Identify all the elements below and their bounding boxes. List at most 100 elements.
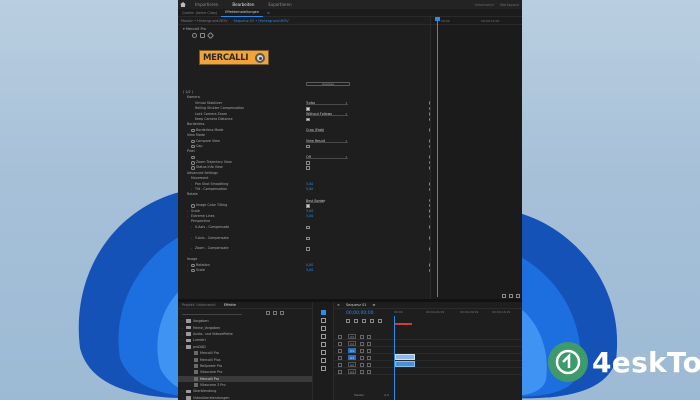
timeline-menu-icon[interactable]: ≡ [370, 303, 379, 307]
stopwatch-icon[interactable] [191, 139, 195, 144]
eye-icon[interactable] [360, 341, 364, 346]
32bit-effects-icon[interactable] [273, 310, 277, 315]
ripple-edit-tool-icon[interactable] [321, 326, 326, 331]
fx-param-checkbox[interactable] [306, 161, 310, 165]
timeline-track: V1 [334, 347, 522, 354]
marker-icon[interactable] [370, 319, 374, 323]
folder-icon [186, 338, 191, 343]
wrench-icon[interactable] [378, 319, 382, 323]
tab-sequence-01[interactable]: Sequenz 01 [343, 303, 370, 307]
eye-icon[interactable] [360, 362, 364, 367]
hand-tool-icon[interactable] [321, 358, 326, 363]
sync-lock-icon[interactable] [367, 369, 371, 374]
fx-param-checkbox[interactable] [306, 166, 310, 170]
eye-icon[interactable] [360, 355, 364, 360]
master-value[interactable]: 0,0 [364, 393, 389, 397]
sync-lock-icon[interactable] [367, 355, 371, 360]
logo-text: MERCALLI [203, 52, 249, 63]
ellipse-mask-icon[interactable] [192, 33, 197, 38]
fx-param-checkbox[interactable] [306, 225, 310, 230]
track-select-tool-icon[interactable] [321, 318, 326, 323]
stopwatch-icon[interactable] [191, 268, 195, 273]
timeline-track: A2 [334, 361, 522, 368]
stopwatch-icon[interactable] [191, 263, 195, 267]
close-icon[interactable]: × [334, 303, 343, 307]
sync-lock-icon[interactable] [367, 362, 371, 367]
work-area-bar[interactable] [394, 323, 412, 325]
slip-tool-icon[interactable] [321, 342, 326, 347]
tab-effect-controls[interactable]: Effekteinstellungen [221, 8, 264, 17]
fx-param-checkbox[interactable] [306, 247, 310, 251]
timeline-ruler[interactable]: 00;00 00;00;04;29 00;00;09;29 00;00;14;2… [392, 310, 522, 318]
lock-track-icon[interactable] [338, 341, 342, 346]
sync-lock-icon[interactable] [367, 341, 371, 346]
eye-icon[interactable] [360, 334, 364, 339]
tab-effects[interactable]: Effekte [220, 303, 240, 307]
tab-project[interactable]: Projekt: Unbenannt [178, 303, 220, 307]
yuv-effects-icon[interactable] [280, 310, 284, 315]
fx-param-checkbox[interactable] [306, 117, 310, 122]
audio-clip[interactable] [395, 361, 415, 367]
track-name[interactable]: V2 [348, 341, 356, 346]
analyse-button[interactable]: Analyse [306, 82, 350, 86]
selection-tool-icon[interactable] [321, 310, 326, 315]
track-name[interactable]: A1 [348, 355, 356, 360]
stopwatch-icon[interactable] [191, 155, 195, 160]
filter-icon[interactable] [502, 294, 506, 298]
pen-tool-icon[interactable] [321, 350, 326, 355]
fx-param-checkbox[interactable] [306, 204, 310, 208]
video-clip[interactable] [395, 354, 415, 360]
lock-track-icon[interactable] [338, 369, 342, 374]
track-name[interactable]: A3 [348, 369, 356, 374]
stopwatch-icon[interactable] [191, 128, 195, 133]
track-name[interactable]: A2 [348, 362, 356, 367]
fx-param-dropdown[interactable]: View Result ▾ [306, 139, 348, 144]
pen-mask-icon[interactable] [206, 31, 215, 40]
stopwatch-icon[interactable] [191, 204, 195, 208]
eye-icon[interactable] [360, 348, 364, 353]
fx-param-dropdown[interactable]: Off ▾ [306, 155, 348, 160]
snap-icon[interactable] [509, 294, 513, 298]
fx-mask-tools [178, 31, 430, 40]
stopwatch-icon[interactable] [191, 166, 195, 170]
panel-menu-icon[interactable]: ≡ [263, 9, 274, 17]
lock-track-icon[interactable] [338, 362, 342, 367]
sync-lock-icon[interactable] [367, 334, 371, 339]
workspace-label[interactable]: Workspace [497, 3, 522, 7]
fx-param-dropdown[interactable]: Turbo ▾ [306, 101, 348, 106]
eye-icon[interactable] [360, 369, 364, 374]
lock-track-icon[interactable] [338, 334, 342, 339]
snap-icon[interactable] [354, 319, 358, 323]
fx-active-clip[interactable]: Sequenz 01 • Hintergrund.MOV [231, 19, 292, 23]
fx-master-clip[interactable]: Master • Hintergrund.MOV [178, 19, 231, 23]
bin-tabs: Projekt: Unbenannt Effekte [178, 302, 312, 309]
fx-param-checkbox[interactable] [306, 236, 310, 241]
lock-track-icon[interactable] [338, 355, 342, 360]
timeline-playhead[interactable] [394, 316, 395, 400]
effects-search-input[interactable] [182, 311, 242, 315]
track-name[interactable]: V3 [348, 334, 356, 339]
sync-lock-icon[interactable] [367, 348, 371, 353]
stopwatch-icon[interactable] [191, 161, 195, 165]
track-name[interactable]: V1 [348, 348, 356, 353]
fx-param-dropdown[interactable]: Crop (Fast) ▾ [306, 128, 324, 133]
stopwatch-icon[interactable] [191, 144, 195, 149]
lock-track-icon[interactable] [338, 348, 342, 353]
watermark-logo-icon [548, 342, 588, 382]
effects-tree-item[interactable]: › Videoüberblendungen [178, 395, 312, 400]
accelerated-effects-icon[interactable] [266, 310, 270, 315]
rectangle-mask-icon[interactable] [200, 33, 205, 38]
folder-icon [186, 396, 191, 400]
nest-icon[interactable] [346, 319, 350, 323]
timeline-timecode[interactable]: 00;00;00;00 [346, 311, 373, 316]
export-frame-icon[interactable] [516, 294, 520, 298]
fx-param-checkbox[interactable] [306, 144, 310, 149]
linked-selection-icon[interactable] [362, 319, 366, 323]
razor-tool-icon[interactable] [321, 334, 326, 339]
type-tool-icon[interactable] [321, 366, 326, 371]
fx-param-checkbox[interactable] [306, 107, 310, 111]
tab-source[interactable]: Quelle: (keine Clips) [178, 9, 221, 17]
fx-param-dropdown[interactable]: Best Border ▾ [306, 199, 325, 203]
fx-effect-row[interactable]: ▾ Mercalli Pro [178, 25, 430, 32]
fx-param-dropdown[interactable]: Without Follows ▾ [306, 112, 348, 117]
